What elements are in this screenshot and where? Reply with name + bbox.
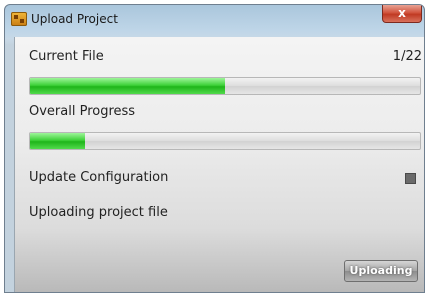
title-bar[interactable]: Upload Project x	[5, 5, 424, 33]
status-text: Uploading project file	[29, 205, 168, 220]
update-configuration-checkbox[interactable]	[405, 173, 416, 184]
current-file-progress-bar	[29, 77, 421, 95]
upload-project-window: Upload Project x Current File 1/22 Overa…	[4, 4, 425, 293]
overall-progress-fill	[30, 133, 85, 149]
file-counter: 1/22	[392, 49, 422, 64]
overall-progress-label: Overall Progress	[29, 104, 136, 119]
current-file-label: Current File	[29, 49, 104, 64]
overall-progress-bar	[29, 132, 421, 150]
window-title: Upload Project	[31, 12, 118, 26]
update-configuration-label: Update Configuration	[29, 170, 169, 185]
current-file-progress-fill	[30, 78, 225, 94]
close-button[interactable]: x	[382, 5, 422, 23]
close-icon: x	[398, 6, 406, 20]
app-icon	[11, 12, 27, 26]
dialog-body: Current File 1/22 Overall Progress Updat…	[14, 37, 424, 292]
uploading-button[interactable]: Uploading	[344, 260, 418, 282]
